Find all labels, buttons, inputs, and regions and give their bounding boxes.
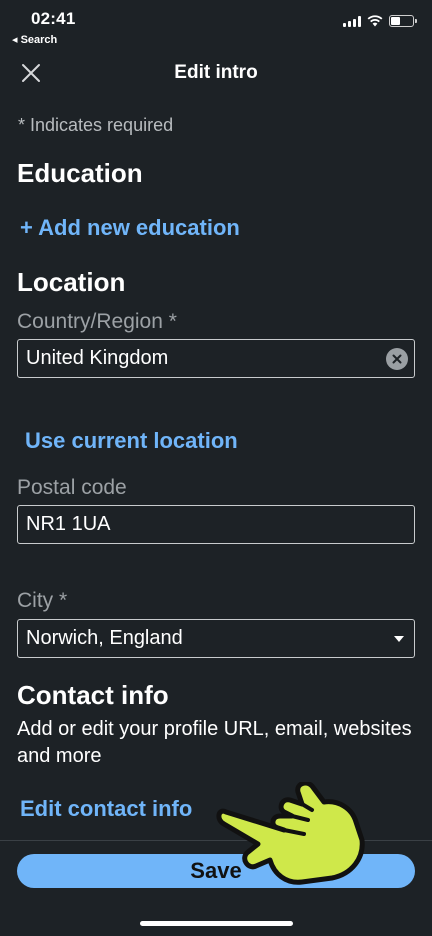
required-note: * Indicates required — [18, 115, 174, 135]
contact-info-heading: Contact info — [17, 680, 169, 710]
status-bar: 02:41 ◂ Search — [0, 0, 432, 48]
add-education-link[interactable]: + Add new education — [20, 215, 240, 241]
use-current-location-link[interactable]: Use current location — [25, 428, 238, 454]
country-value: United Kingdom — [26, 347, 169, 369]
cellular-signal-icon — [343, 15, 361, 27]
edit-contact-info-link[interactable]: Edit contact info — [20, 796, 192, 822]
chevron-down-icon — [394, 636, 404, 642]
header: Edit intro — [0, 50, 432, 96]
country-field[interactable]: United Kingdom — [17, 339, 415, 378]
pointing-hand-icon — [216, 782, 365, 885]
postal-code-field[interactable]: NR1 1UA — [17, 505, 415, 544]
system-icons — [343, 15, 417, 27]
back-to-search-link[interactable]: ◂ Search — [12, 33, 57, 46]
home-indicator[interactable] — [140, 921, 293, 926]
battery-icon — [389, 15, 417, 27]
page-title: Edit intro — [174, 62, 258, 83]
education-heading: Education — [17, 158, 143, 188]
city-label: City * — [17, 589, 68, 612]
country-label: Country/Region * — [17, 310, 177, 333]
contact-info-description: Add or edit your profile URL, email, web… — [17, 718, 412, 767]
postal-code-label: Postal code — [17, 476, 127, 499]
status-time: 02:41 — [31, 9, 76, 28]
city-value: Norwich, England — [26, 627, 183, 649]
wifi-icon — [367, 15, 383, 27]
city-select[interactable]: Norwich, England — [17, 619, 415, 658]
location-heading: Location — [17, 267, 126, 297]
clear-icon[interactable] — [386, 348, 408, 370]
postal-code-value: NR1 1UA — [26, 513, 111, 535]
